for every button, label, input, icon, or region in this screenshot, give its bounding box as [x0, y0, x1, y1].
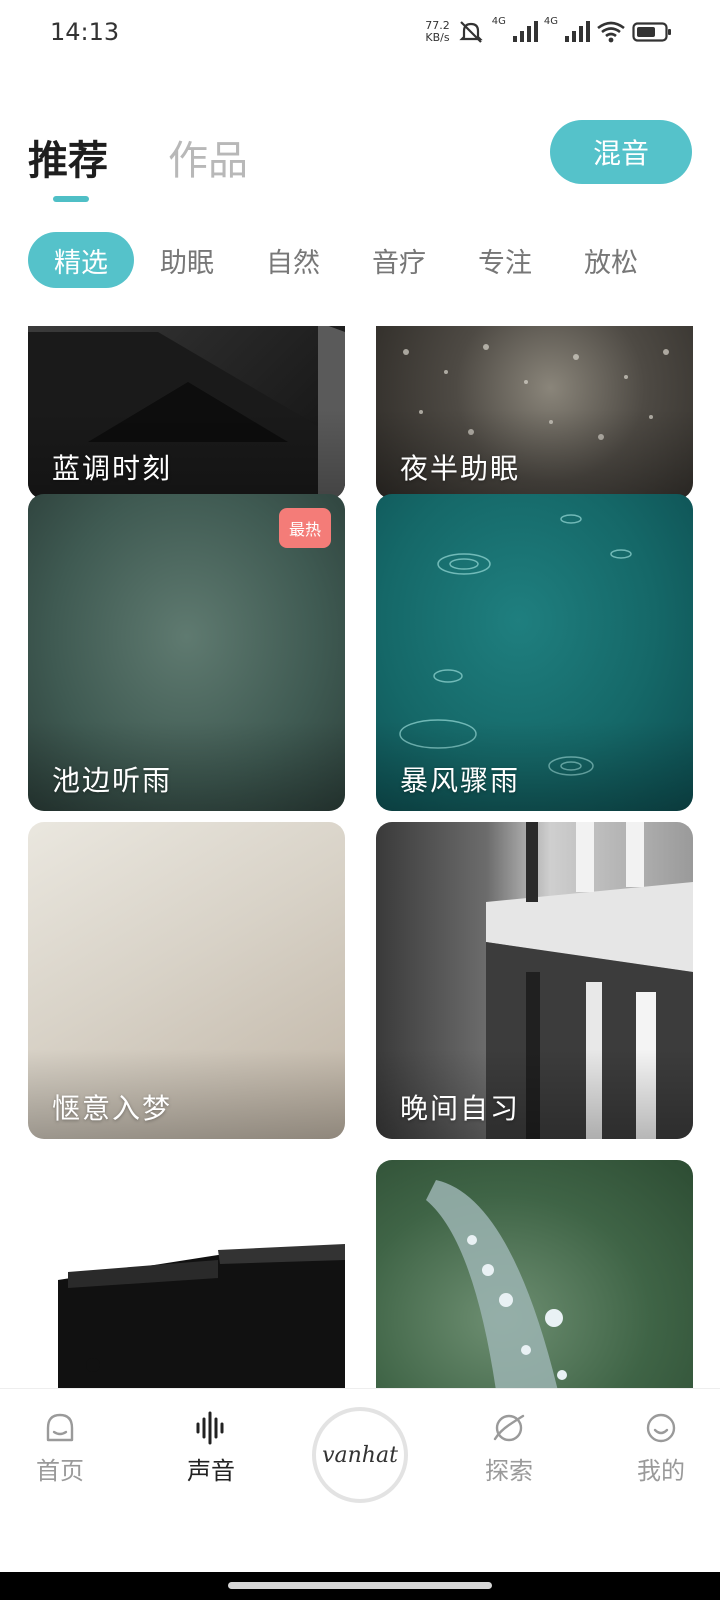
nav-sound[interactable]: 声音	[161, 1411, 261, 1486]
vanhat-logo-button[interactable]: vanhat	[312, 1407, 408, 1503]
bottom-nav: 首页 声音 vanhat 探索 我的	[0, 1388, 720, 1572]
nav-home-label: 首页	[36, 1457, 84, 1485]
home-icon	[46, 1413, 74, 1442]
sound-card[interactable]: 暴风骤雨	[376, 494, 693, 811]
card-image	[58, 1244, 345, 1388]
status-time: 14:13	[50, 18, 120, 46]
tab-works[interactable]: 作品	[168, 128, 248, 186]
network-type-1: 4G	[491, 16, 506, 27]
card-title: 惬意入梦	[52, 1092, 173, 1125]
sound-grid: 蓝调时刻 夜半助眠 最热 池边听雨 暴风骤雨 惬意入梦 晚间自习	[0, 326, 720, 1388]
nav-mine[interactable]: 我的	[611, 1411, 711, 1486]
planet-icon	[493, 1414, 525, 1442]
nav-explore-label: 探索	[485, 1457, 533, 1485]
mix-button[interactable]: 混音	[550, 120, 692, 184]
status-icons: 77.2 KB/s 4G 4G	[425, 16, 672, 48]
card-title: 蓝调时刻	[52, 452, 173, 485]
nav-explore[interactable]: 探索	[459, 1411, 559, 1486]
nav-home[interactable]: 首页	[10, 1411, 110, 1486]
nav-sound-label: 声音	[187, 1457, 235, 1485]
sound-card[interactable]	[376, 1160, 693, 1388]
category-nature[interactable]: 自然	[240, 232, 346, 288]
battery-icon	[632, 22, 671, 42]
smiley-icon	[646, 1413, 676, 1443]
signal-icon	[512, 21, 538, 42]
sound-card[interactable]	[28, 1160, 345, 1388]
sound-card[interactable]: 夜半助眠	[376, 326, 693, 499]
card-title: 池边听雨	[52, 764, 173, 797]
network-type-2: 4G	[543, 16, 558, 27]
sound-card[interactable]: 最热 池边听雨	[28, 494, 345, 811]
card-image	[426, 1180, 567, 1388]
sound-card[interactable]: 蓝调时刻	[28, 326, 345, 499]
category-relax[interactable]: 放松	[558, 232, 664, 288]
wifi-icon	[597, 21, 625, 43]
network-speed: 77.2 KB/s	[425, 19, 450, 44]
system-nav-bar	[0, 1572, 720, 1600]
sound-card[interactable]: 惬意入梦	[28, 822, 345, 1139]
sound-wave-icon	[196, 1411, 224, 1445]
category-bar: 精选 助眠 自然 音疗 专注 放松	[28, 232, 664, 288]
nav-mine-label: 我的	[637, 1457, 685, 1485]
card-title: 夜半助眠	[400, 452, 521, 485]
card-title: 晚间自习	[400, 1092, 521, 1125]
status-bar: 14:13 77.2 KB/s 4G 4G	[0, 0, 720, 64]
home-indicator[interactable]	[228, 1582, 492, 1589]
tab-recommend[interactable]: 推荐	[28, 128, 108, 186]
category-featured[interactable]: 精选	[28, 232, 134, 288]
header: 推荐 作品 混音	[0, 110, 720, 210]
hot-badge: 最热	[278, 508, 331, 548]
card-title: 暴风骤雨	[400, 764, 521, 797]
signal-icon	[565, 21, 590, 42]
mute-icon	[459, 21, 483, 43]
category-focus[interactable]: 专注	[452, 232, 558, 288]
category-sleep[interactable]: 助眠	[134, 232, 240, 288]
tab-indicator	[53, 196, 89, 202]
sound-card[interactable]: 晚间自习	[376, 822, 693, 1139]
category-sound-therapy[interactable]: 音疗	[346, 232, 452, 288]
